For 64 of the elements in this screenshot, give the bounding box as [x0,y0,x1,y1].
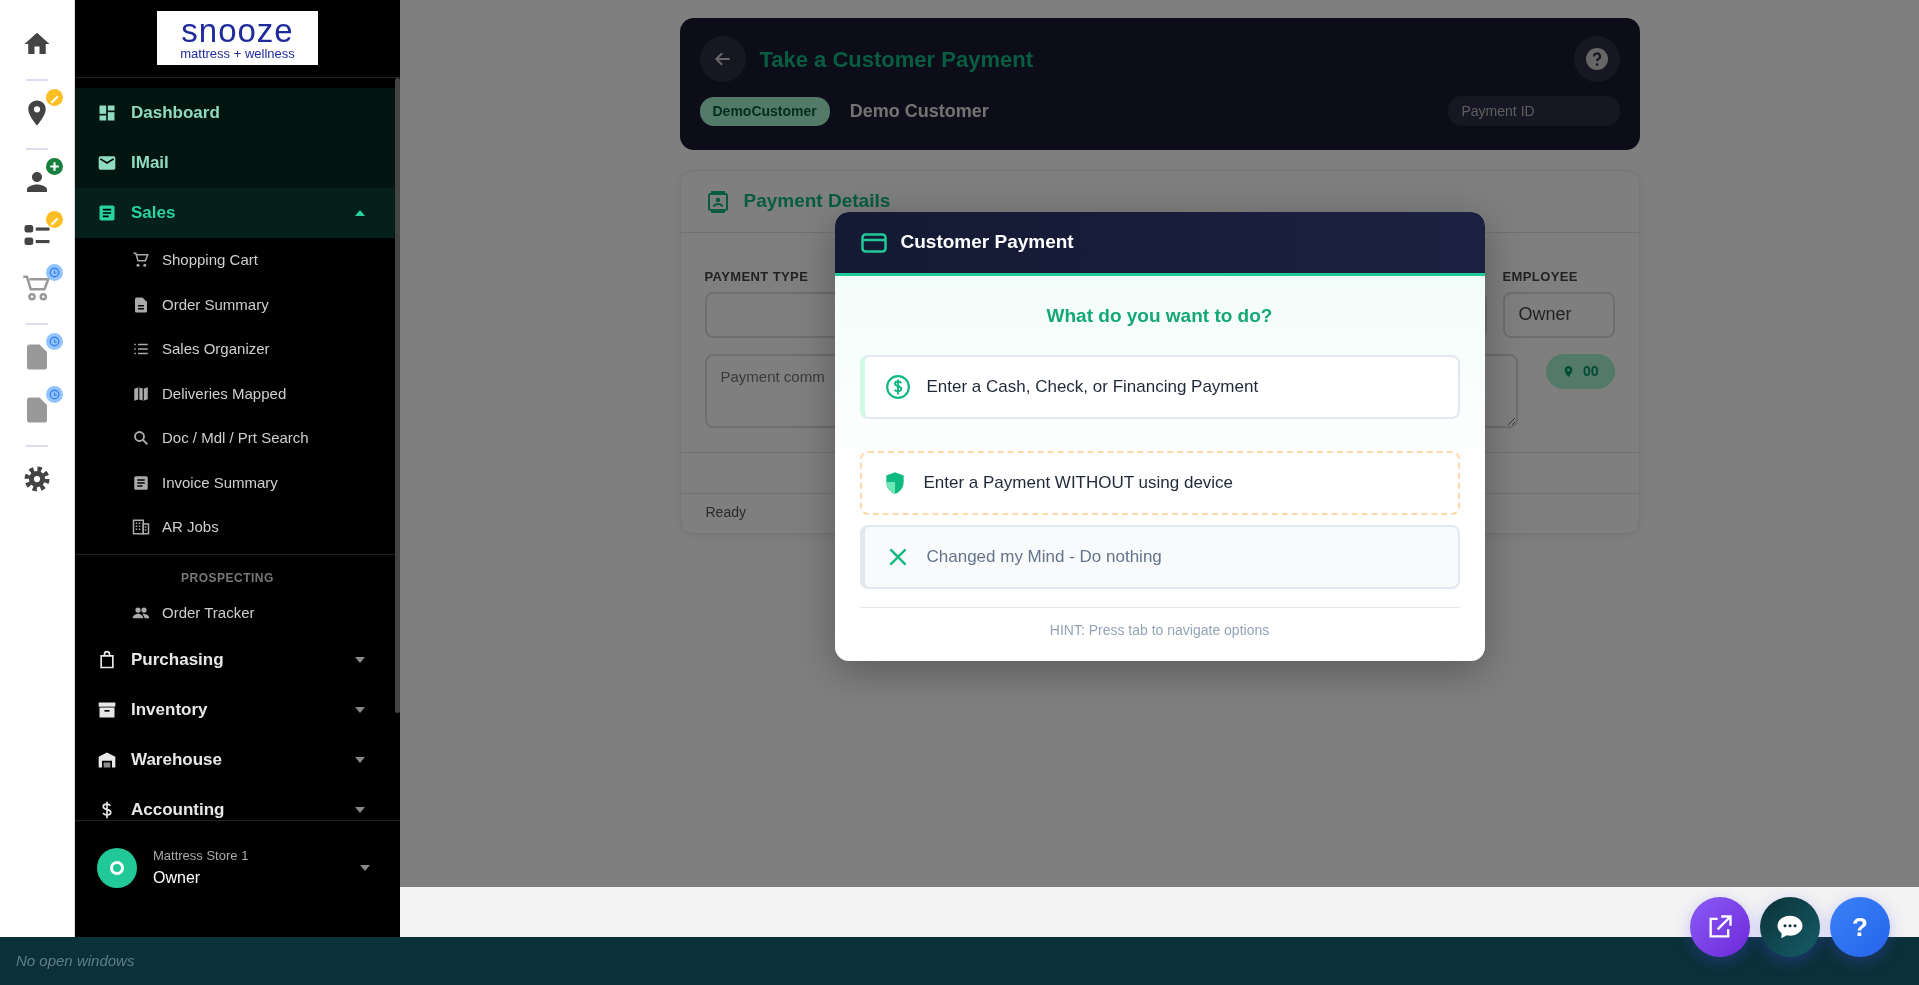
help-button[interactable] [1573,36,1620,82]
wrench-badge-icon [46,211,63,228]
sidebar-subitem[interactable]: Order Summary [75,282,395,327]
logo-tagline: mattress + wellness [179,47,296,60]
customer-code-tag: DemoCustomer [699,96,830,126]
contact-card-icon [705,189,730,214]
warehouse-icon [97,750,117,770]
sidebar-subitem[interactable]: Invoice Summary [75,460,395,505]
sidebar-item[interactable]: Sales [75,188,395,238]
sidebar-item[interactable]: Dashboard [75,88,395,138]
location-count: 00 [1582,361,1599,381]
ring-icon [109,860,125,876]
option-button[interactable]: Enter a Cash, Check, or Financing Payment [859,354,1460,419]
option-button[interactable]: Changed my Mind - Do nothing [859,524,1460,589]
sparkle-badge-icon [46,158,63,175]
sidebar-item[interactable]: Purchasing [75,635,395,685]
sidebar-subitem[interactable]: AR Jobs [75,505,395,550]
document-icon [132,473,150,492]
sidebar-item[interactable]: Accounting [75,785,395,820]
customer-name: Demo Customer [849,99,989,123]
page-title: Take a Customer Payment [759,45,1033,74]
building-icon [132,518,150,537]
cart-icon[interactable] [22,273,52,303]
dollar-circle-icon [884,373,911,400]
sidebar-subitem[interactable]: Sales Organizer [75,327,395,372]
archive-box-icon [97,700,117,720]
logo-wordmark: snooze [180,14,295,47]
clock-badge-icon [46,264,63,281]
sidebar-subitem[interactable]: Deliveries Mapped [75,371,395,416]
sidebar-item[interactable]: Inventory [75,685,395,735]
store-name: Mattress Store 1 [153,847,249,866]
sidebar-subitem[interactable]: Shopping Cart [75,238,395,283]
mail-icon [97,153,117,173]
field-label: PAYMENT TYPE [704,268,809,286]
wrench-badge-icon [46,89,63,106]
employee-field[interactable]: Owner [1502,291,1615,338]
hint-text: HINT: Press tab to navigate options [1048,620,1271,640]
document-icon [97,203,117,223]
section-heading: PROSPECTING [180,569,275,587]
taskbar-status: No open windows [16,950,135,971]
clock-badge-icon [46,386,63,403]
map-icon [132,384,150,403]
clock-badge-icon [46,333,63,350]
field-label: EMPLOYEE [1502,268,1578,286]
sidebar-item[interactable]: Warehouse [75,735,395,785]
search-icon [132,429,150,448]
help-icon [1584,47,1609,71]
payment-id-field[interactable]: Payment ID [1447,96,1620,126]
cart-icon [132,251,150,270]
dashboard-icon [97,103,117,123]
back-button[interactable] [699,36,746,82]
sidebar-subitem[interactable]: Order Tracker [75,590,395,635]
sidebar-subitem[interactable]: Doc / Mdl / Prt Search [75,416,395,461]
settings-icon[interactable] [22,464,52,494]
option-button[interactable]: Enter a Payment WITHOUT using device [859,450,1460,515]
modal-question: What do you want to do? [1046,304,1273,328]
sidebar-item[interactable]: IMail [75,138,395,188]
scrollbar[interactable] [395,78,400,713]
document-icon [132,295,150,314]
user-role: Owner [153,867,202,888]
shopping-bag-icon [97,650,117,670]
caret-down-icon[interactable] [360,863,370,873]
card-title: Payment Details [743,189,891,214]
modal-title: Customer Payment [900,230,1074,255]
